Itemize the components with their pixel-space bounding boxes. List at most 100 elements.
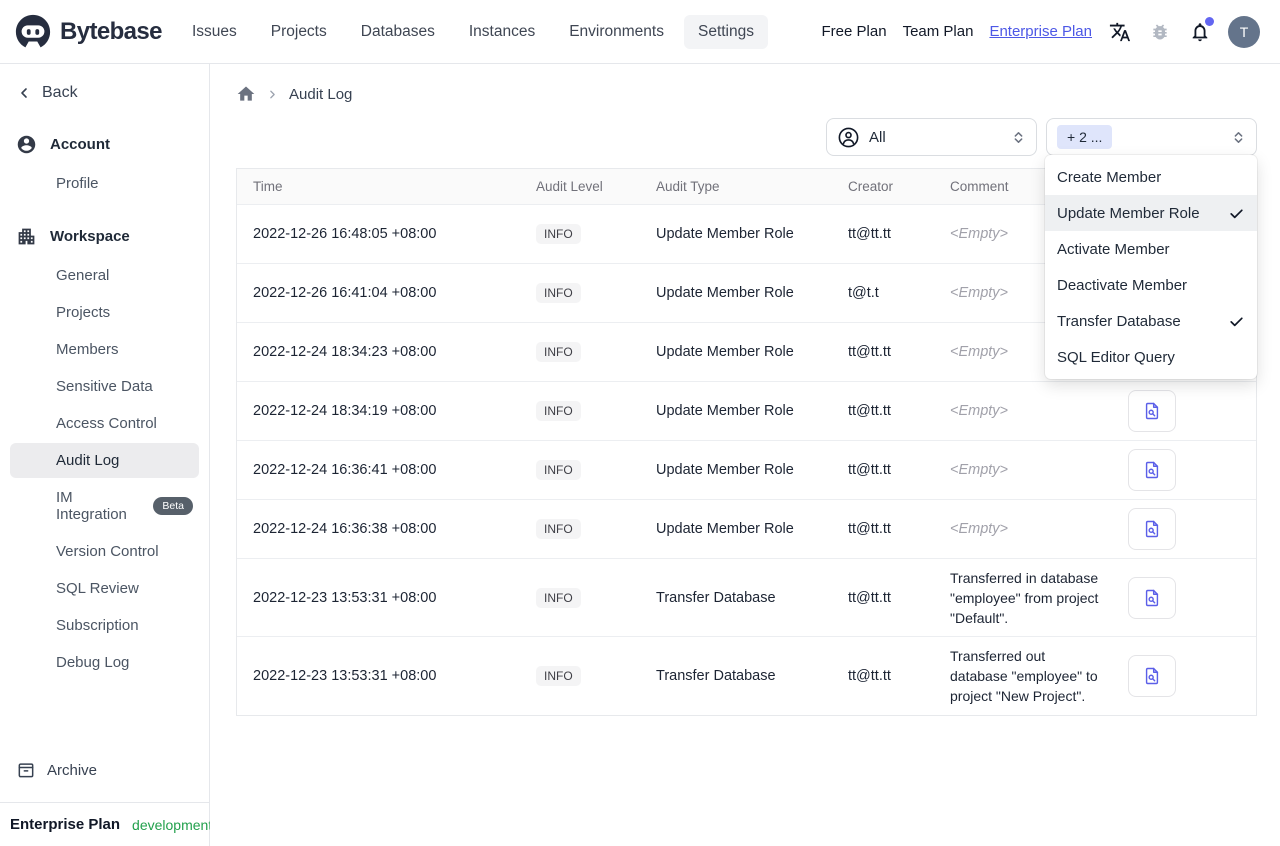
- cell-level: INFO: [528, 499, 648, 559]
- sidebar-item-profile[interactable]: Profile: [0, 166, 209, 201]
- cell-level: INFO: [528, 440, 648, 500]
- bug-icon[interactable]: [1148, 20, 1172, 44]
- translate-icon[interactable]: [1108, 20, 1132, 44]
- table-row: 2022-12-24 16:36:38 +08:00 INFO Update M…: [237, 499, 1256, 559]
- view-log-detail-button[interactable]: [1128, 654, 1176, 697]
- breadcrumb-current: Audit Log: [289, 85, 353, 103]
- info-badge: INFO: [536, 342, 581, 362]
- nav-issues[interactable]: Issues: [178, 15, 251, 49]
- table-row: 2022-12-23 13:53:31 +08:00 INFO Transfer…: [237, 636, 1256, 715]
- cell-creator: t@t.t: [840, 263, 942, 323]
- cell-type: Update Member Role: [648, 322, 840, 382]
- beta-badge: Beta: [153, 497, 193, 515]
- sidebar-item-sensitive-data[interactable]: Sensitive Data: [0, 369, 209, 404]
- main-nav: Issues Projects Databases Instances Envi…: [178, 14, 768, 49]
- brand-name: Bytebase: [60, 17, 163, 45]
- view-log-detail-button[interactable]: [1128, 508, 1176, 550]
- menu-item-label: Update Member Role: [1057, 204, 1200, 222]
- menu-item-sql-editor-query[interactable]: SQL Editor Query: [1045, 339, 1257, 375]
- sidebar-section-workspace: Workspace: [0, 216, 209, 257]
- chevron-right-icon: [270, 90, 275, 98]
- menu-item-label: SQL Editor Query: [1057, 348, 1175, 366]
- im-integration-label: IM Integration: [56, 489, 127, 523]
- cell-type: Update Member Role: [648, 499, 840, 559]
- cell-actions: [1120, 636, 1256, 715]
- bell-icon[interactable]: [1188, 16, 1214, 44]
- creator-filter-select[interactable]: All: [826, 118, 1037, 156]
- cell-actions: [1120, 381, 1256, 441]
- view-log-detail-button[interactable]: [1128, 576, 1176, 619]
- sidebar-item-debug-log[interactable]: Debug Log: [0, 645, 209, 680]
- table-row: 2022-12-24 18:34:19 +08:00 INFO Update M…: [237, 381, 1256, 441]
- menu-item-update-member-role[interactable]: Update Member Role: [1045, 195, 1257, 231]
- cell-type: Update Member Role: [648, 440, 840, 500]
- menu-item-create-member[interactable]: Create Member: [1045, 159, 1257, 195]
- nav-settings[interactable]: Settings: [683, 14, 768, 49]
- archive-label: Archive: [47, 761, 98, 779]
- cell-creator: tt@tt.tt: [840, 322, 942, 382]
- cell-type: Update Member Role: [648, 204, 840, 264]
- sidebar-item-im-integration[interactable]: IM Integration Beta: [0, 480, 209, 532]
- view-log-detail-button[interactable]: [1128, 449, 1176, 491]
- nav-databases[interactable]: Databases: [347, 15, 449, 49]
- menu-item-deactivate-member[interactable]: Deactivate Member: [1045, 267, 1257, 303]
- nav-environments[interactable]: Environments: [555, 15, 678, 49]
- cell-level: INFO: [528, 322, 648, 382]
- check-icon: [1230, 316, 1243, 326]
- audit-type-filter-select[interactable]: + 2 ...: [1046, 118, 1257, 156]
- avatar[interactable]: T: [1228, 15, 1260, 48]
- cell-comment: <Empty>: [942, 381, 1120, 441]
- breadcrumb: Audit Log: [210, 64, 1280, 112]
- cell-type: Transfer Database: [648, 636, 840, 715]
- person-circle-icon: [838, 127, 859, 147]
- cell-actions: [1120, 440, 1256, 500]
- info-badge: INFO: [536, 224, 581, 244]
- column-header-type: Audit Type: [648, 169, 840, 205]
- chevron-left-icon: [21, 88, 27, 98]
- menu-item-label: Transfer Database: [1057, 312, 1181, 330]
- back-button[interactable]: Back: [0, 64, 209, 110]
- doc-search-icon: [1145, 589, 1159, 606]
- view-log-detail-button[interactable]: [1128, 390, 1176, 432]
- sidebar-item-sql-review[interactable]: SQL Review: [0, 571, 209, 606]
- table-row: 2022-12-23 13:53:31 +08:00 INFO Transfer…: [237, 558, 1256, 637]
- cell-time: 2022-12-24 16:36:38 +08:00: [237, 499, 528, 559]
- cell-creator: tt@tt.tt: [840, 558, 942, 637]
- sidebar-item-general[interactable]: General: [0, 258, 209, 293]
- sidebar-item-version-control[interactable]: Version Control: [0, 534, 209, 569]
- bytebase-logo-icon: [15, 14, 51, 47]
- cell-comment: <Empty>: [942, 499, 1120, 559]
- cell-creator: tt@tt.tt: [840, 499, 942, 559]
- bytebase-logo[interactable]: Bytebase: [14, 13, 163, 51]
- main-content: Audit Log All + 2 ... Time Audit Level A…: [210, 64, 1280, 846]
- home-icon[interactable]: [236, 84, 256, 104]
- sidebar-item-members[interactable]: Members: [0, 332, 209, 367]
- section-title-account: Account: [50, 136, 110, 153]
- nav-instances[interactable]: Instances: [455, 15, 549, 49]
- menu-item-transfer-database[interactable]: Transfer Database: [1045, 303, 1257, 339]
- account-icon: [17, 135, 36, 154]
- cell-comment: Transferred in database "employee" from …: [942, 558, 1120, 637]
- cell-type: Transfer Database: [648, 558, 840, 637]
- sidebar-item-audit-log[interactable]: Audit Log: [10, 443, 199, 478]
- doc-search-icon: [1145, 461, 1159, 479]
- team-plan-link[interactable]: Team Plan: [903, 23, 974, 40]
- sidebar-item-subscription[interactable]: Subscription: [0, 608, 209, 643]
- free-plan-link[interactable]: Free Plan: [822, 23, 887, 40]
- sidebar-item-projects[interactable]: Projects: [0, 295, 209, 330]
- nav-projects[interactable]: Projects: [257, 15, 341, 49]
- archive-button[interactable]: Archive: [0, 748, 209, 792]
- menu-item-activate-member[interactable]: Activate Member: [1045, 231, 1257, 267]
- workspace-icon: [18, 228, 35, 245]
- back-label: Back: [42, 84, 78, 101]
- sidebar-item-access-control[interactable]: Access Control: [0, 406, 209, 441]
- cell-actions: [1120, 558, 1256, 637]
- enterprise-plan-link[interactable]: Enterprise Plan: [989, 23, 1092, 40]
- environment-mode-label: development: [132, 816, 213, 833]
- cell-level: INFO: [528, 381, 648, 441]
- cell-time: 2022-12-26 16:48:05 +08:00: [237, 204, 528, 264]
- column-header-level: Audit Level: [528, 169, 648, 205]
- section-title-workspace: Workspace: [50, 228, 130, 245]
- cell-comment: Transferred out database "employee" to p…: [942, 636, 1120, 715]
- archive-icon: [18, 763, 34, 778]
